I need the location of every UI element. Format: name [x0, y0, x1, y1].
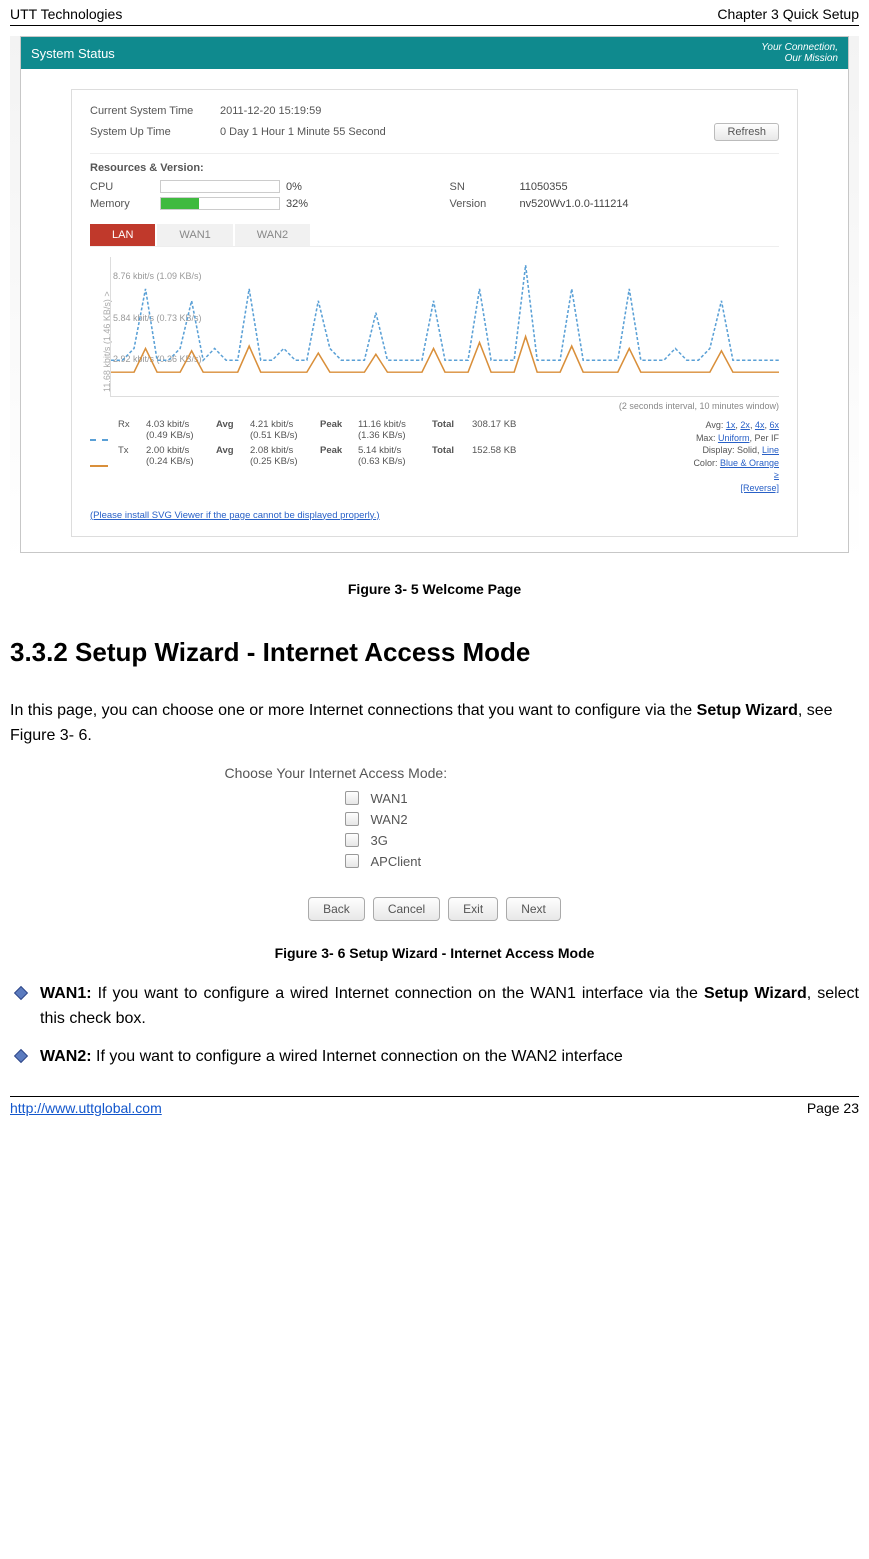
footer-page-number: Page 23 — [807, 1100, 859, 1116]
3g-checkbox[interactable] — [345, 833, 359, 847]
rx-tag: Rx — [118, 419, 136, 441]
wan1-checkbox[interactable] — [345, 791, 359, 805]
memory-percent: 32% — [286, 198, 308, 210]
rx-legend-icon — [90, 423, 108, 441]
intro-paragraph: In this page, you can choose one or more… — [10, 698, 859, 749]
access-mode-title: Choose Your Internet Access Mode: — [225, 765, 645, 781]
section-3-3-2-heading: 3.3.2 Setup Wizard - Internet Access Mod… — [10, 637, 859, 668]
exit-button[interactable]: Exit — [448, 897, 498, 921]
max-uniform-link[interactable]: Uniform — [718, 433, 750, 443]
version-value: nv520Wv1.0.0-111214 — [520, 198, 629, 210]
wan2-checkbox[interactable] — [345, 812, 359, 826]
tx-tag: Tx — [118, 445, 136, 467]
display-line-link[interactable]: Line — [762, 445, 779, 455]
next-button[interactable]: Next — [506, 897, 561, 921]
header-right: Chapter 3 Quick Setup — [717, 6, 859, 22]
reverse-link[interactable]: [Reverse] — [740, 483, 779, 493]
memory-label: Memory — [90, 198, 160, 210]
bullet-diamond-icon — [14, 986, 28, 1000]
apclient-checkbox[interactable] — [345, 854, 359, 868]
tab-lan[interactable]: LAN — [90, 224, 155, 246]
page-footer: http://www.uttglobal.com Page 23 — [10, 1096, 859, 1116]
cpu-percent: 0% — [286, 181, 302, 193]
traffic-stats: Rx 4.03 kbit/s(0.49 KB/s) Avg 4.21 kbit/… — [90, 419, 779, 495]
wan2-option-label: WAN2 — [371, 812, 408, 827]
current-time-value: 2011-12-20 15:19:59 — [220, 105, 321, 117]
back-button[interactable]: Back — [308, 897, 365, 921]
bullet-wan1: WAN1: If you want to configure a wired I… — [10, 981, 859, 1032]
chart-display-options: Avg: 1x, 2x, 4x, 6x Max: Uniform, Per IF… — [629, 419, 779, 495]
window-slogan: Your Connection, Our Mission — [761, 42, 838, 64]
traffic-chart: 8.76 kbit/s (1.09 KB/s) 5.84 kbit/s (0.7… — [110, 257, 779, 397]
version-label: Version — [450, 198, 520, 210]
memory-bar — [160, 197, 280, 210]
interface-tabs: LAN WAN1 WAN2 — [90, 224, 779, 247]
3g-option-label: 3G — [371, 833, 388, 848]
figure-3-6-caption: Figure 3- 6 Setup Wizard - Internet Acce… — [10, 945, 859, 961]
tx-legend-icon — [90, 449, 108, 467]
avg-2x-link[interactable]: 2x — [740, 420, 750, 430]
tab-wan2[interactable]: WAN2 — [235, 224, 310, 246]
header-left: UTT Technologies — [10, 6, 122, 22]
screenshot-access-mode: Choose Your Internet Access Mode: WAN1 W… — [225, 765, 645, 921]
bullet-diamond-icon — [14, 1049, 28, 1063]
avg-6x-link[interactable]: 6x — [769, 420, 779, 430]
footer-url-link[interactable]: http://www.uttglobal.com — [10, 1100, 162, 1116]
avg-1x-link[interactable]: 1x — [726, 420, 736, 430]
resources-version-heading: Resources & Version: — [90, 153, 779, 174]
color-link[interactable]: Blue & Orange — [720, 458, 779, 468]
refresh-button[interactable]: Refresh — [714, 123, 779, 141]
uptime-label: System Up Time — [90, 126, 220, 138]
tab-wan1[interactable]: WAN1 — [157, 224, 232, 246]
sn-label: SN — [450, 181, 520, 193]
window-titlebar: System Status Your Connection, Our Missi… — [21, 37, 848, 69]
reverse-arrow-link[interactable]: ≥ — [774, 470, 779, 480]
figure-3-5-caption: Figure 3- 5 Welcome Page — [10, 581, 859, 597]
screenshot-welcome-page: System Status Your Connection, Our Missi… — [10, 36, 859, 563]
cancel-button[interactable]: Cancel — [373, 897, 440, 921]
sn-value: 11050355 — [520, 181, 568, 193]
page-header: UTT Technologies Chapter 3 Quick Setup — [10, 0, 859, 26]
svg-viewer-install-link[interactable]: (Please install SVG Viewer if the page c… — [90, 510, 380, 521]
bullet-wan2: WAN2: If you want to configure a wired I… — [10, 1044, 859, 1070]
window-title: System Status — [31, 46, 115, 61]
apclient-option-label: APClient — [371, 854, 422, 869]
current-time-label: Current System Time — [90, 105, 220, 117]
wan1-option-label: WAN1 — [371, 791, 408, 806]
uptime-value: 0 Day 1 Hour 1 Minute 55 Second — [220, 126, 386, 138]
chart-interval-note: (2 seconds interval, 10 minutes window) — [90, 401, 779, 411]
cpu-label: CPU — [90, 181, 160, 193]
cpu-bar — [160, 180, 280, 193]
